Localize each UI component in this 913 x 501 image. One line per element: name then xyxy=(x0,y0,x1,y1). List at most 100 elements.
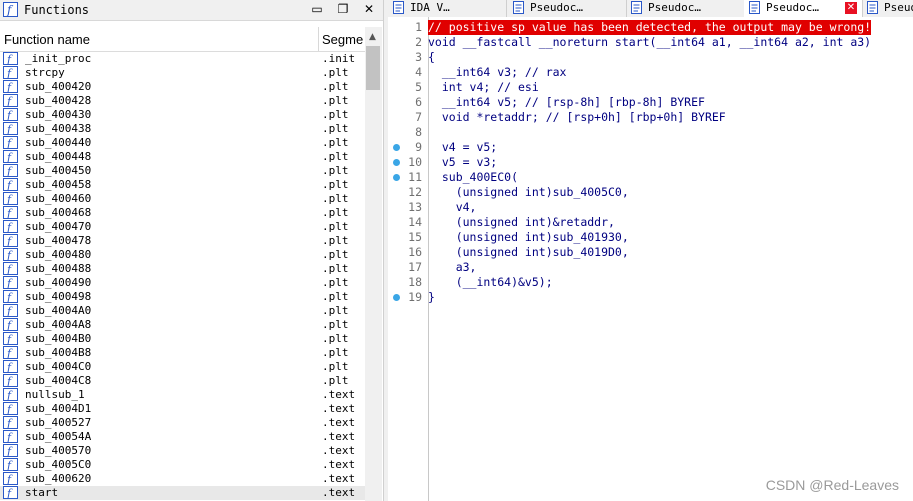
pseudocode-view[interactable]: 1 // positive sp value has been detected,… xyxy=(388,17,913,501)
tab-0[interactable]: IDA V… xyxy=(388,0,507,17)
tab-4[interactable]: Pseud xyxy=(862,0,913,17)
code-line[interactable]: 11 sub_400EC0( xyxy=(388,170,913,185)
function-icon: f xyxy=(3,276,18,290)
function-row[interactable]: f sub_400440 .plt xyxy=(0,136,365,150)
tab-document-icon xyxy=(866,1,879,14)
function-row[interactable]: f sub_40054A .text xyxy=(0,430,365,444)
function-name: start xyxy=(25,486,59,499)
function-row[interactable]: f sub_4004D1 .text xyxy=(0,402,365,416)
column-divider[interactable] xyxy=(318,27,319,51)
function-row[interactable]: f sub_4004A0 .plt xyxy=(0,304,365,318)
function-row[interactable]: f sub_400488 .plt xyxy=(0,262,365,276)
function-name: sub_400468 xyxy=(25,206,92,219)
function-segment: .text xyxy=(322,486,356,499)
column-header-function-name[interactable]: Function name xyxy=(4,32,90,47)
line-number: 6 xyxy=(415,95,422,109)
code-line[interactable]: 13 v4, xyxy=(388,200,913,215)
function-row[interactable]: f sub_400468 .plt xyxy=(0,206,365,220)
close-icon[interactable]: ✕ xyxy=(360,1,378,18)
code-line[interactable]: 3{ xyxy=(388,50,913,65)
scrollbar-thumb[interactable] xyxy=(366,46,380,90)
function-row[interactable]: f sub_400527 .text xyxy=(0,416,365,430)
tab-label: Pseudoc… xyxy=(648,1,701,14)
function-icon: f xyxy=(3,122,18,136)
restore-icon[interactable]: ❐ xyxy=(334,1,352,18)
function-row[interactable]: f sub_400620 .text xyxy=(0,472,365,486)
code-line[interactable]: 1 // positive sp value has been detected,… xyxy=(388,20,913,35)
function-segment: .plt xyxy=(322,164,349,177)
code-text: (__int64)&v5); xyxy=(428,275,553,289)
function-segment: .plt xyxy=(322,150,349,163)
function-icon: f xyxy=(3,374,18,388)
function-row[interactable]: f sub_400420 .plt xyxy=(0,80,365,94)
tab-document-icon xyxy=(512,1,525,14)
function-row[interactable]: f sub_400478 .plt xyxy=(0,234,365,248)
function-segment: .text xyxy=(322,402,356,415)
code-line[interactable]: 17 a3, xyxy=(388,260,913,275)
code-line[interactable]: 7 void *retaddr; // [rsp+0h] [rbp+0h] BY… xyxy=(388,110,913,125)
code-line[interactable]: 19} xyxy=(388,290,913,305)
tab-2[interactable]: Pseudoc… xyxy=(626,0,745,17)
function-row[interactable]: f sub_400570 .text xyxy=(0,444,365,458)
function-row[interactable]: f sub_400460 .plt xyxy=(0,192,365,206)
function-row[interactable]: f sub_400438 .plt xyxy=(0,122,365,136)
function-name: sub_4004B0 xyxy=(25,332,92,345)
function-row[interactable]: f sub_400480 .plt xyxy=(0,248,365,262)
code-line[interactable]: 2 void __fastcall __noreturn start(__int6… xyxy=(388,35,913,50)
function-name: sub_400488 xyxy=(25,262,92,275)
code-line[interactable]: 8 xyxy=(388,125,913,140)
scroll-up-arrow-icon[interactable]: ▲ xyxy=(369,32,376,42)
function-row[interactable]: f sub_4004C8 .plt xyxy=(0,374,365,388)
tab-3[interactable]: Pseudoc… ✕ xyxy=(744,0,863,17)
breakpoint-dot-icon[interactable] xyxy=(393,294,400,301)
function-row[interactable]: f _init_proc .init xyxy=(0,52,365,66)
functions-scrollbar[interactable]: ▲ xyxy=(365,27,382,501)
code-line[interactable]: 14 (unsigned int)&retaddr, xyxy=(388,215,913,230)
function-row[interactable]: f sub_4004C0 .plt xyxy=(0,360,365,374)
code-line[interactable]: 10 v5 = v3; xyxy=(388,155,913,170)
code-line[interactable]: 12 (unsigned int)sub_4005C0, xyxy=(388,185,913,200)
function-row[interactable]: f sub_400458 .plt xyxy=(0,178,365,192)
function-icon: f xyxy=(3,444,18,458)
function-segment: .plt xyxy=(322,220,349,233)
tab-1[interactable]: Pseudoc… xyxy=(508,0,627,17)
line-number: 19 xyxy=(408,290,422,304)
tab-close-icon[interactable]: ✕ xyxy=(845,2,857,14)
function-row[interactable]: f sub_400490 .plt xyxy=(0,276,365,290)
function-icon: f xyxy=(3,388,18,402)
function-row[interactable]: f sub_4004B0 .plt xyxy=(0,332,365,346)
function-segment: .plt xyxy=(322,290,349,303)
function-row[interactable]: f sub_400498 .plt xyxy=(0,290,365,304)
function-row[interactable]: f sub_400450 .plt xyxy=(0,164,365,178)
function-row[interactable]: f strcpy .plt xyxy=(0,66,365,80)
line-number: 4 xyxy=(415,65,422,79)
code-line[interactable]: 15 (unsigned int)sub_401930, xyxy=(388,230,913,245)
column-header-segment[interactable]: Segme xyxy=(322,32,363,47)
code-line[interactable]: 4 __int64 v3; // rax xyxy=(388,65,913,80)
function-row[interactable]: f sub_400448 .plt xyxy=(0,150,365,164)
function-row[interactable]: f sub_400430 .plt xyxy=(0,108,365,122)
function-row[interactable]: f sub_4005C0 .text xyxy=(0,458,365,472)
watermark: CSDN @Red-Leaves xyxy=(765,477,899,493)
function-row[interactable]: f nullsub_1 .text xyxy=(0,388,365,402)
code-line[interactable]: 18 (__int64)&v5); xyxy=(388,275,913,290)
function-row[interactable]: f sub_400470 .plt xyxy=(0,220,365,234)
function-name: sub_400428 xyxy=(25,94,92,107)
breakpoint-dot-icon[interactable] xyxy=(393,174,400,181)
function-row[interactable]: f start .text xyxy=(0,486,365,500)
code-line[interactable]: 5 int v4; // esi xyxy=(388,80,913,95)
code-line[interactable]: 6 __int64 v5; // [rsp-8h] [rbp-8h] BYREF xyxy=(388,95,913,110)
breakpoint-dot-icon[interactable] xyxy=(393,159,400,166)
line-number: 18 xyxy=(408,275,422,289)
function-row[interactable]: f sub_4004B8 .plt xyxy=(0,346,365,360)
code-line[interactable]: 16 (unsigned int)sub_4019D0, xyxy=(388,245,913,260)
code-line[interactable]: 9 v4 = v5; xyxy=(388,140,913,155)
function-segment: .plt xyxy=(322,80,349,93)
breakpoint-dot-icon[interactable] xyxy=(393,144,400,151)
function-row[interactable]: f sub_400428 .plt xyxy=(0,94,365,108)
function-icon: f xyxy=(3,178,18,192)
function-segment: .plt xyxy=(322,276,349,289)
function-icon: f xyxy=(3,486,18,500)
minimize-icon[interactable]: ▭ xyxy=(308,1,326,18)
function-row[interactable]: f sub_4004A8 .plt xyxy=(0,318,365,332)
